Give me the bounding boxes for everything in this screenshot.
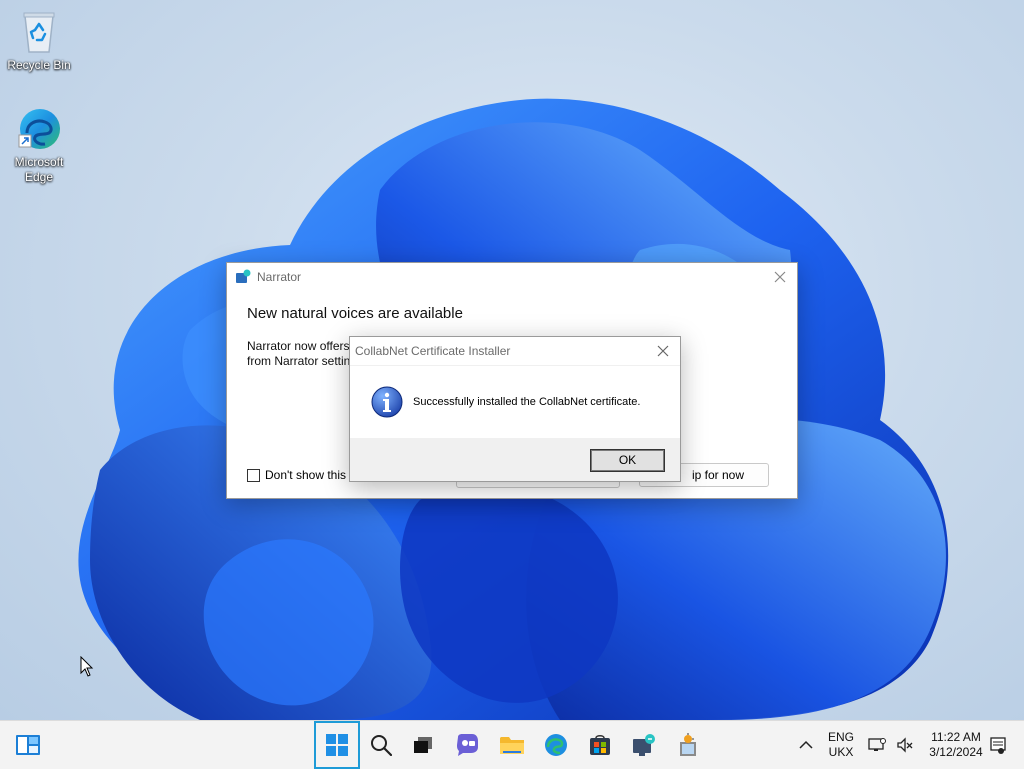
mouse-cursor-icon [80, 656, 94, 677]
edge-shortcut[interactable]: Microsoft Edge [1, 105, 77, 185]
narrator-close-button[interactable] [771, 268, 789, 286]
language-line-2: UKX [828, 745, 854, 759]
file-explorer-icon [500, 737, 524, 754]
narrator-taskbar-button[interactable] [624, 725, 664, 765]
dont-show-checkbox[interactable]: Don't show this a [247, 468, 356, 482]
narrator-title: Narrator [257, 270, 302, 284]
network-icon [868, 738, 886, 751]
edge-shortcut-label: Microsoft Edge [14, 155, 64, 184]
network-status-button[interactable] [862, 725, 892, 765]
recycle-bin-icon [23, 12, 55, 53]
close-icon [657, 345, 669, 357]
widgets-icon [16, 735, 40, 755]
installer-titlebar[interactable]: CollabNet Certificate Installer [350, 337, 680, 365]
installer-dialog: CollabNet Certificate Installer Successf… [349, 336, 681, 482]
installer-title: CollabNet Certificate Installer [355, 344, 511, 358]
task-view-button[interactable] [403, 725, 443, 765]
installer-icon [680, 733, 696, 756]
installer-content: Successfully installed the CollabNet cer… [350, 366, 680, 438]
store-icon [590, 735, 610, 755]
search-icon [371, 735, 392, 756]
narrator-titlebar[interactable]: Narrator [227, 263, 797, 291]
search-button[interactable] [361, 725, 401, 765]
notification-icon [990, 737, 1006, 754]
language-indicator[interactable]: ENG UKX [822, 730, 860, 760]
narrator-body-text: Narrator now offers from Narrator settin [247, 339, 351, 368]
edge-icon [18, 109, 60, 149]
volume-muted-icon [897, 737, 913, 753]
store-button[interactable] [580, 725, 620, 765]
notifications-button[interactable] [984, 725, 1012, 765]
clock-date: 3/12/2024 [929, 745, 983, 759]
clock-time: 11:22 AM [931, 730, 981, 744]
show-hidden-icons-button[interactable] [786, 725, 826, 765]
taskbar: ENG UKX 11:22 AM 3/12/2024 [0, 720, 1024, 769]
start-icon [326, 734, 348, 756]
dont-show-label: Don't show this a [265, 468, 357, 482]
start-button[interactable] [314, 721, 360, 769]
recycle-bin-label: Recycle Bin [7, 58, 71, 72]
narrator-icon [633, 734, 655, 756]
task-view-icon [414, 737, 432, 753]
close-icon [774, 271, 786, 283]
edge-icon [545, 734, 567, 756]
clock[interactable]: 11:22 AM 3/12/2024 [922, 730, 990, 760]
chat-icon [457, 734, 478, 756]
chevron-up-icon [799, 740, 813, 749]
installer-message: Successfully installed the CollabNet cer… [413, 396, 641, 408]
ok-button[interactable]: OK [590, 449, 665, 472]
narrator-heading: New natural voices are available [247, 305, 463, 322]
recycle-bin-shortcut[interactable]: Recycle Bin [1, 8, 77, 73]
installer-close-button[interactable] [654, 342, 672, 360]
narrator-icon [236, 269, 251, 283]
widgets-button[interactable] [8, 725, 48, 765]
edge-taskbar-button[interactable] [536, 725, 576, 765]
checkbox-box[interactable] [247, 468, 260, 482]
info-icon [371, 386, 403, 418]
volume-button[interactable] [890, 725, 920, 765]
installer-taskbar-button[interactable] [668, 725, 708, 765]
language-line-1: ENG [827, 730, 854, 744]
skip-for-now-label: ip for now [691, 468, 745, 482]
chat-button[interactable] [447, 725, 487, 765]
file-explorer-button[interactable] [492, 725, 532, 765]
